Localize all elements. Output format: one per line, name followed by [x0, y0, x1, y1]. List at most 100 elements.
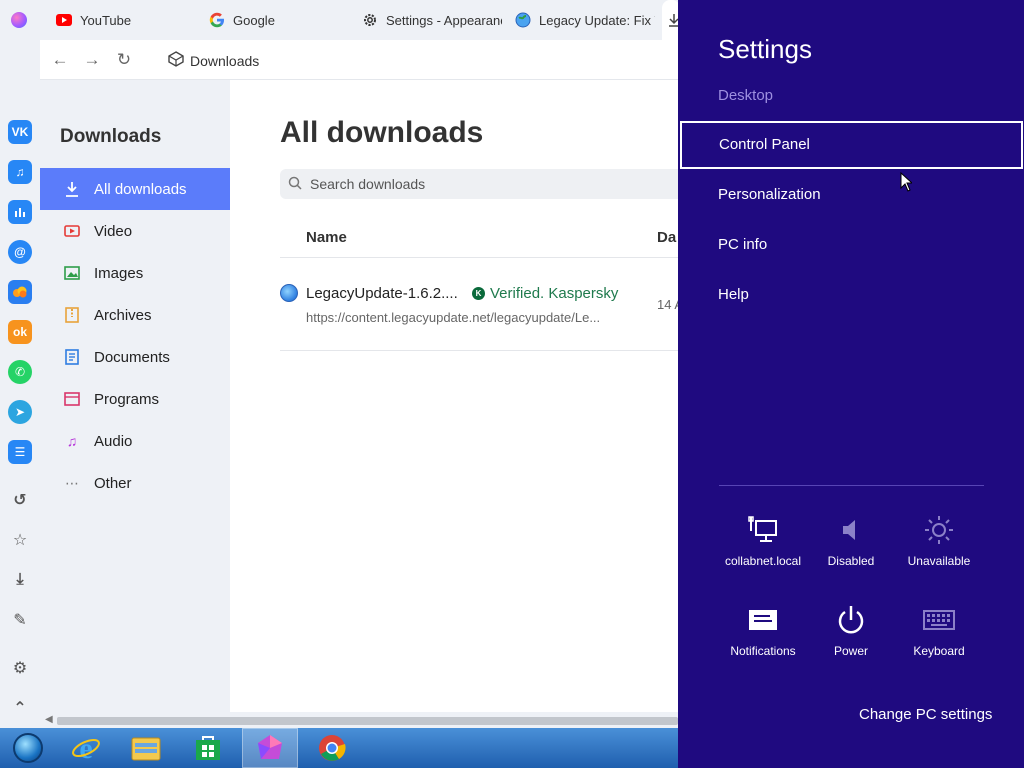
browser-sidebar: VK ♫ @ ok ✆ ➤ ☰ ↺ ☆ ⤓ ✎ ⚙ ⌃ [0, 40, 40, 728]
keyboard-tile[interactable]: Keyboard [895, 604, 983, 658]
file-name[interactable]: LegacyUpdate-1.6.2.... [306, 285, 458, 302]
star-icon[interactable]: ☆ [8, 528, 32, 552]
tab-strip: YouTube Google Settings - Appearanc Lega… [0, 0, 680, 40]
chrome-button[interactable] [304, 728, 360, 768]
pc-info-link[interactable]: PC info [718, 236, 767, 253]
stats-icon[interactable] [8, 200, 32, 224]
nav-documents[interactable]: Documents [40, 336, 230, 378]
gear-icon [362, 12, 378, 28]
nav-label: Other [94, 474, 132, 492]
notifications-label: Notifications [730, 644, 796, 658]
keyboard-label: Keyboard [913, 644, 965, 658]
music-icon[interactable]: ♫ [8, 160, 32, 184]
nav-audio[interactable]: ♫ Audio [40, 420, 230, 462]
tab-google[interactable]: Google [209, 0, 349, 40]
horizontal-scrollbar[interactable]: ◀ [40, 712, 678, 728]
start-button[interactable] [0, 728, 56, 768]
tab-legacy-update[interactable]: Legacy Update: Fix W [515, 0, 655, 40]
internet-explorer-icon: e [72, 733, 100, 763]
nav-label: Archives [94, 306, 152, 324]
youtube-icon [56, 12, 72, 28]
svg-text:e: e [79, 733, 92, 763]
help-link[interactable]: Help [718, 286, 749, 303]
volume-icon [807, 514, 895, 546]
reload-button[interactable]: ↻ [114, 50, 134, 70]
power-tile[interactable]: Power [807, 604, 895, 658]
kaspersky-icon: K [472, 287, 485, 300]
nav-label: Video [94, 222, 133, 240]
volume-label: Disabled [827, 554, 875, 568]
verified-label: Verified. Kaspersky [490, 285, 619, 302]
vk-icon[interactable]: VK [8, 120, 32, 144]
tab-youtube[interactable]: YouTube [56, 0, 196, 40]
mail-icon[interactable]: @ [8, 240, 32, 264]
nav-archives[interactable]: Archives [40, 294, 230, 336]
list-icon[interactable]: ☰ [8, 440, 32, 464]
store-button[interactable] [180, 728, 236, 768]
network-tile[interactable]: collabnet.local [719, 514, 807, 568]
settings-title: Settings [718, 34, 812, 64]
tab-settings[interactable]: Settings - Appearanc [362, 0, 502, 40]
nav-video[interactable]: Video [40, 210, 230, 252]
control-panel-link[interactable]: Control Panel [680, 121, 1023, 169]
telegram-icon[interactable]: ➤ [8, 400, 32, 424]
globe-icon [280, 284, 298, 302]
tab-label: YouTube [80, 12, 132, 28]
nav-images[interactable]: Images [40, 252, 230, 294]
history-icon[interactable]: ↺ [8, 488, 32, 512]
browser-toolbar: ← → ↻ Downloads [40, 40, 678, 80]
internet-explorer-button[interactable]: e [58, 728, 114, 768]
page-icon [168, 51, 184, 70]
personalization-link[interactable]: Personalization [718, 186, 821, 203]
image-icon [64, 265, 80, 281]
settings-divider [719, 485, 984, 486]
nav-all-downloads[interactable]: All downloads [40, 168, 230, 210]
nav-label: Programs [94, 390, 160, 408]
network-icon [719, 514, 807, 546]
scrollbar-thumb[interactable] [57, 717, 678, 725]
windows-logo-icon [13, 733, 43, 763]
change-pc-settings-link[interactable]: Change PC settings [859, 706, 992, 723]
column-header-date[interactable]: Da [657, 229, 676, 246]
forward-button[interactable]: → [82, 50, 102, 70]
tab-label: Google [233, 12, 275, 28]
verified-status: K Verified. Kaspersky [472, 285, 618, 302]
browser-logo-icon[interactable] [11, 12, 27, 28]
file-date: 14 A [657, 297, 678, 312]
notifications-tile[interactable]: Notifications [719, 604, 807, 658]
network-label: collabnet.local [724, 554, 802, 568]
volume-tile[interactable]: Disabled [807, 514, 895, 568]
notifications-icon [719, 604, 807, 636]
address-bar[interactable]: Downloads [168, 51, 259, 70]
more-icon: ⋯ [65, 474, 79, 491]
whatsapp-icon[interactable]: ✆ [8, 360, 32, 384]
store-icon [196, 736, 220, 760]
power-icon [807, 604, 895, 636]
nav-label: Audio [94, 432, 133, 450]
file-explorer-button[interactable] [118, 728, 174, 768]
address-text: Downloads [190, 52, 260, 69]
page-title: All downloads [280, 116, 484, 149]
cloud-icon[interactable] [8, 280, 32, 304]
nav-programs[interactable]: Programs [40, 378, 230, 420]
nav-other[interactable]: ⋯ Other [40, 462, 230, 504]
search-input[interactable]: Search downloads [280, 169, 678, 199]
row-divider [280, 350, 678, 351]
brightness-tile[interactable]: Unavailable [895, 514, 983, 568]
file-url[interactable]: https://content.legacyupdate.net/legacyu… [306, 310, 600, 325]
back-button[interactable]: ← [50, 50, 70, 70]
browser-logo-icon [258, 735, 282, 759]
odnoklassniki-icon[interactable]: ok [8, 320, 32, 344]
chevron-up-icon[interactable]: ⌃ [8, 696, 32, 720]
header-divider [280, 257, 678, 258]
column-header-name[interactable]: Name [306, 229, 347, 246]
brightness-label: Unavailable [907, 554, 971, 568]
download-icon[interactable]: ⤓ [8, 568, 32, 592]
browser-taskbar-button[interactable] [242, 728, 298, 768]
tab-label: Settings - Appearanc [386, 12, 502, 28]
scroll-left-icon[interactable]: ◀ [45, 714, 53, 725]
power-label: Power [833, 644, 868, 658]
settings-icon[interactable]: ⚙ [8, 656, 32, 680]
brush-icon[interactable]: ✎ [8, 608, 32, 632]
settings-charm-panel: Settings Desktop Control Panel Personali… [678, 0, 1024, 768]
